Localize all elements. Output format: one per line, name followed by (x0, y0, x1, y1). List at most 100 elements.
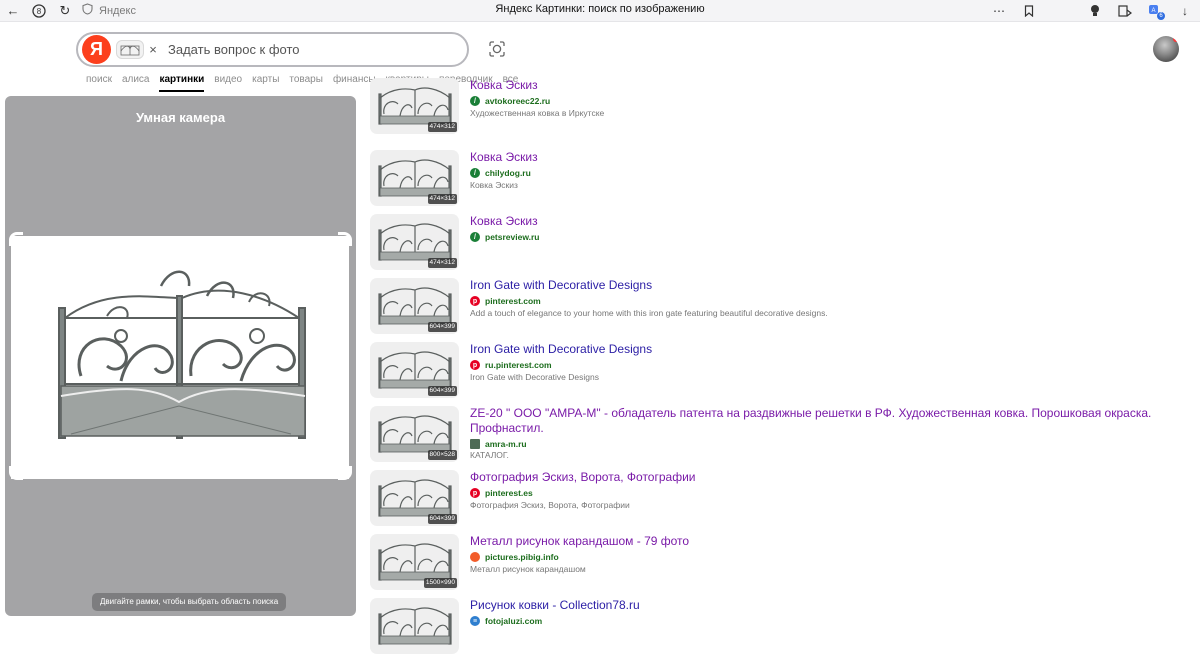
result-thumbnail[interactable]: 474×312 (370, 214, 459, 270)
image-dimensions: 474×312 (427, 194, 457, 204)
camera-lens-icon[interactable] (487, 39, 507, 59)
image-dimensions: 474×312 (427, 122, 457, 132)
result-title-link[interactable]: Ковка Эскиз (470, 78, 538, 93)
address-bar[interactable]: Яндекс (78, 0, 136, 22)
crop-handle-bottom-left[interactable] (9, 466, 23, 480)
downloads-icon[interactable]: ↓ (1170, 0, 1200, 22)
reload-icon[interactable]: ↻ (52, 0, 78, 22)
result-title-link[interactable]: Ковка Эскиз (470, 214, 538, 229)
iron-gate-image (58, 270, 306, 439)
result-title-link[interactable]: ZE-20 " ООО "АМРА-М" - обладатель патент… (470, 406, 1170, 436)
pinterest-icon: p (470, 296, 480, 306)
result-domain-link[interactable]: ru.pinterest.com (485, 360, 552, 370)
image-dimensions: 1500×990 (423, 578, 457, 588)
result-thumbnail[interactable]: 1500×990 (370, 534, 459, 590)
extension-badge: 6 (1157, 12, 1165, 20)
image-dimensions: 800×528 (427, 450, 457, 460)
search-box: Я × (76, 32, 469, 67)
image-dimensions: 604×399 (427, 322, 457, 332)
result-domain-link[interactable]: fotojaluzi.com (485, 616, 542, 626)
result-item[interactable]: 474×312 Ковка Эскиз / petsreview.ru (370, 214, 1190, 272)
result-title-link[interactable]: Iron Gate with Decorative Designs (470, 342, 652, 357)
result-snippet: Металл рисунок карандашом (470, 564, 586, 574)
result-thumbnail[interactable] (370, 598, 459, 654)
green-leaf-icon: / (470, 168, 480, 178)
crop-handle-top-right[interactable] (338, 232, 352, 246)
svg-text:A: A (1151, 8, 1155, 14)
result-title-link[interactable]: Рисунок ковки - Collection78.ru (470, 598, 640, 613)
pinterest-icon: p (470, 360, 480, 370)
result-source: p ru.pinterest.com (470, 360, 552, 370)
result-title-link[interactable]: Фотография Эскиз, Ворота, Фотографии (470, 470, 696, 485)
result-domain-link[interactable]: petsreview.ru (485, 232, 540, 242)
remove-image-close-icon[interactable]: × (145, 38, 161, 60)
result-thumbnail[interactable]: 474×312 (370, 78, 459, 134)
search-input[interactable] (168, 39, 448, 59)
tab-4[interactable]: карты (252, 74, 279, 92)
result-snippet: Фотография Эскиз, Ворота, Фотографии (470, 500, 630, 510)
result-title-link[interactable]: Металл рисунок карандашом - 79 фото (470, 534, 689, 549)
back-arrow-icon[interactable]: ← (0, 0, 26, 22)
green-leaf-icon: / (470, 232, 480, 242)
pinterest-icon: p (470, 488, 480, 498)
result-source: / petsreview.ru (470, 232, 540, 242)
result-item[interactable]: 474×312 Ковка Эскиз / chilydog.ru Ковка Эски… (370, 150, 1190, 208)
svg-text:8: 8 (37, 7, 42, 16)
result-thumbnail[interactable]: 604×399 (370, 342, 459, 398)
tab-0[interactable]: поиск (86, 74, 112, 92)
result-domain-link[interactable]: avtokoreec22.ru (485, 96, 550, 106)
result-domain-link[interactable]: amra-m.ru (485, 439, 527, 449)
crop-hint: Двигайте рамки, чтобы выбрать область по… (92, 593, 287, 611)
result-snippet: Iron Gate with Decorative Designs (470, 372, 599, 382)
result-snippet: Ковка Эскиз (470, 180, 518, 190)
result-item[interactable]: 800×528 ZE-20 " ООО "АМРА-М" - обладатель… (370, 406, 1190, 464)
smart-camera-panel: Умная камера Двигайте рамки, чтобы выбра… (5, 96, 356, 616)
user-avatar[interactable] (1153, 36, 1179, 62)
result-source: / avtokoreec22.ru (470, 96, 550, 106)
crop-handle-bottom-right[interactable] (338, 466, 352, 480)
result-thumbnail[interactable]: 474×312 (370, 150, 459, 206)
yandex-logo[interactable]: Я (82, 35, 111, 64)
result-domain-link[interactable]: pinterest.com (485, 296, 541, 306)
result-item[interactable]: 604×399 Iron Gate with Decorative Designs… (370, 278, 1190, 336)
result-snippet: Художественная ковка в Иркутске (470, 108, 605, 118)
yandex-browser-icon[interactable]: 8 (26, 0, 52, 22)
result-thumbnail[interactable]: 800×528 (370, 406, 459, 462)
result-thumbnail[interactable]: 604×399 (370, 278, 459, 334)
smart-camera-title: Умная камера (135, 110, 226, 125)
result-thumbnail[interactable]: 604×399 (370, 470, 459, 526)
query-image (11, 236, 349, 479)
collections-icon[interactable] (1110, 0, 1140, 22)
result-source: amra-m.ru (470, 439, 527, 449)
cloud-icon (470, 552, 480, 562)
address-site-label: Яндекс (99, 4, 136, 17)
tab-1[interactable]: алиса (122, 74, 150, 92)
result-source: pictures.pibig.info (470, 552, 559, 562)
bookmark-icon[interactable] (1014, 0, 1044, 22)
bulb-icon[interactable] (1080, 0, 1110, 22)
blinds-icon: ≡ (470, 616, 480, 626)
result-item[interactable]: 1500×990 Металл рисунок карандашом - 79 ф… (370, 534, 1190, 592)
result-item[interactable]: 604×399 Фотография Эскиз, Ворота, Фотогра… (370, 470, 1190, 528)
tab-2[interactable]: картинки (159, 74, 205, 92)
result-item[interactable]: 474×312 Ковка Эскиз / avtokoreec22.ru Художе… (370, 78, 1190, 136)
tab-5[interactable]: товары (289, 74, 323, 92)
more-icon[interactable]: ⋯ (984, 0, 1014, 22)
result-source: p pinterest.com (470, 296, 541, 306)
result-source: p pinterest.es (470, 488, 533, 498)
result-title-link[interactable]: Iron Gate with Decorative Designs (470, 278, 652, 293)
notification-dot (1173, 36, 1179, 42)
result-title-link[interactable]: Ковка Эскиз (470, 150, 538, 165)
result-item[interactable]: Рисунок ковки - Collection78.ru ≡ fotojalu… (370, 598, 1190, 656)
result-item[interactable]: 604×399 Iron Gate with Decorative Designs… (370, 342, 1190, 400)
result-domain-link[interactable]: pictures.pibig.info (485, 552, 559, 562)
result-snippet: КАТАЛОГ. (470, 450, 509, 460)
result-domain-link[interactable]: chilydog.ru (485, 168, 531, 178)
tab-3[interactable]: видео (214, 74, 242, 92)
result-domain-link[interactable]: pinterest.es (485, 488, 533, 498)
crop-handle-top-left[interactable] (9, 232, 23, 246)
query-image-chip[interactable] (116, 40, 144, 59)
translate-extension-icon[interactable]: A 6 (1140, 0, 1170, 22)
amra-icon (470, 439, 480, 449)
